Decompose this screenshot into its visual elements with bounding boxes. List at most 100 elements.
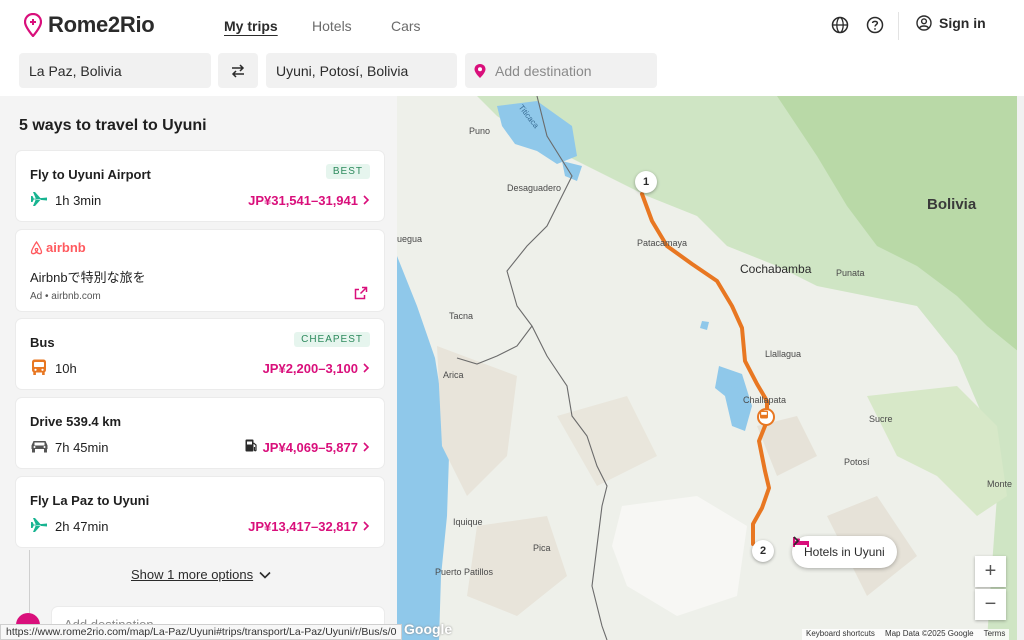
route-card-fly-la-paz[interactable]: Fly La Paz to Uyuni 2h 47min JP¥13,417–3… — [16, 477, 384, 547]
airbnb-ad-card[interactable]: airbnb Airbnbで特別な旅を Ad • airbnb.com — [16, 230, 384, 311]
page-scrollbar[interactable] — [1017, 96, 1024, 640]
swap-icon — [231, 63, 245, 78]
best-badge: BEST — [325, 164, 370, 179]
add-destination-placeholder: Add destination — [495, 62, 592, 79]
airbnb-icon — [30, 240, 43, 254]
swap-button[interactable] — [218, 53, 258, 88]
rome2rio-logo-icon — [24, 13, 42, 37]
chevron-right-icon — [793, 536, 800, 546]
route-duration: 10h — [55, 361, 77, 376]
bus-stop-marker[interactable] — [757, 408, 775, 426]
route-price: JP¥2,200–3,100 — [262, 361, 358, 376]
nav-cars[interactable]: Cars — [391, 18, 421, 34]
label-potosi: Potosí — [844, 457, 870, 467]
show-more-options-link[interactable]: Show 1 more options — [131, 567, 271, 582]
header-divider — [898, 12, 899, 40]
bus-marker-icon — [760, 410, 768, 419]
route-card-drive[interactable]: Drive 539.4 km 7h 45min JP¥4,069–5,877 — [16, 398, 384, 468]
help-icon[interactable] — [865, 15, 885, 35]
label-puerto-patillos: Puerto Patillos — [435, 567, 494, 577]
label-punata: Punata — [836, 268, 865, 278]
label-challapata: Challapata — [743, 395, 787, 405]
label-pica: Pica — [533, 543, 551, 553]
user-icon — [916, 15, 932, 31]
nav-my-trips[interactable]: My trips — [224, 18, 278, 34]
desert-2 — [557, 396, 657, 486]
pacific-ocean — [397, 256, 449, 640]
keyboard-shortcuts-link[interactable]: Keyboard shortcuts — [806, 629, 875, 640]
label-iquique: Iquique — [453, 517, 483, 527]
fuel-icon — [245, 439, 257, 452]
label-monte: Monte — [987, 479, 1013, 489]
label-bolivia: Bolivia — [927, 196, 977, 213]
label-llallagua: Llallagua — [765, 349, 802, 359]
label-patacamaya: Patacamaya — [637, 238, 688, 248]
airbnb-logo: airbnb — [30, 240, 86, 255]
destination-input[interactable]: Uyuni, Potosí, Bolivia — [266, 53, 457, 88]
header: Rome2Rio My trips Hotels Cars Sign in — [0, 0, 1024, 52]
label-desaguadero: Desaguadero — [507, 183, 562, 193]
chevron-right-icon — [363, 442, 370, 452]
chevron-right-icon — [363, 521, 370, 531]
map-canvas — [397, 96, 1024, 640]
desert-1 — [437, 346, 517, 496]
route-price: JP¥31,541–31,941 — [248, 193, 358, 208]
map[interactable]: Titicaca Puno Desaguadero uegua Patacama… — [397, 96, 1024, 640]
label-puno: Puno — [469, 126, 491, 136]
lake-small — [700, 321, 709, 330]
route-duration: 1h 3min — [55, 193, 102, 208]
route-price: JP¥13,417–32,817 — [248, 519, 358, 534]
map-data-attribution: Map Data ©2025 Google — [884, 629, 974, 638]
cheapest-badge: CHEAPEST — [294, 332, 370, 347]
route-title: Bus — [30, 335, 55, 350]
bus-icon — [32, 359, 46, 375]
add-destination-input[interactable]: Add destination — [465, 53, 657, 88]
car-icon — [31, 441, 48, 453]
show-more-label: Show 1 more options — [131, 567, 254, 582]
label-arica: Arica — [443, 370, 464, 380]
map-footer: Keyboard shortcuts Map Data ©2025 Google… — [802, 629, 1010, 640]
lake-uru — [727, 386, 739, 398]
ad-source: Ad • airbnb.com — [30, 291, 101, 302]
results-panel: 5 ways to travel to Uyuni Fly to Uyuni A… — [0, 96, 397, 640]
logo-text: Rome2Rio — [48, 12, 155, 37]
route-card-fly-airport[interactable]: Fly to Uyuni Airport BEST 1h 3min JP¥31,… — [16, 151, 384, 221]
route-title: Fly to Uyuni Airport — [30, 167, 151, 182]
route-duration: 7h 45min — [55, 440, 109, 455]
route-start-marker[interactable]: 1 — [635, 171, 657, 193]
route-title: Drive 539.4 km — [30, 414, 122, 429]
results-title: 5 ways to travel to Uyuni — [19, 117, 207, 134]
plane-icon — [31, 518, 47, 532]
google-logo: Google — [404, 621, 453, 637]
label-tacna: Tacna — [449, 311, 474, 321]
label-uegua: uegua — [397, 234, 423, 244]
hotels-chip-label: Hotels in Uyuni — [804, 545, 885, 559]
ad-text: Airbnbで特別な旅を — [30, 270, 146, 285]
chevron-right-icon — [363, 363, 370, 373]
chevron-down-icon — [259, 571, 271, 579]
origin-input[interactable]: La Paz, Bolivia — [19, 53, 211, 88]
route-duration: 2h 47min — [55, 519, 109, 534]
globe-icon[interactable] — [830, 15, 850, 35]
airbnb-brand: airbnb — [46, 240, 86, 255]
label-cochabamba: Cochabamba — [740, 262, 812, 276]
destination-value: Uyuni, Potosí, Bolivia — [276, 62, 409, 79]
external-link-icon — [354, 286, 368, 300]
route-card-bus[interactable]: Bus CHEAPEST 10h JP¥2,200–3,100 — [16, 319, 384, 389]
sign-in-label: Sign in — [939, 15, 986, 31]
location-pin-icon — [474, 63, 486, 78]
origin-value: La Paz, Bolivia — [29, 62, 122, 79]
zoom-out-button[interactable]: − — [975, 589, 1006, 620]
terms-link[interactable]: Terms — [984, 629, 1006, 640]
nav-hotels[interactable]: Hotels — [312, 18, 352, 34]
desert-4 — [467, 516, 567, 616]
salar — [612, 496, 747, 616]
hotels-in-uyuni-button[interactable]: Hotels in Uyuni — [792, 536, 897, 568]
sign-in-button[interactable]: Sign in — [916, 15, 986, 31]
route-end-marker[interactable]: 2 — [752, 540, 774, 562]
logo[interactable]: Rome2Rio — [24, 12, 155, 38]
zoom-in-button[interactable]: + — [975, 556, 1006, 587]
route-price: JP¥4,069–5,877 — [262, 440, 358, 455]
label-sucre: Sucre — [869, 414, 893, 424]
route-title: Fly La Paz to Uyuni — [30, 493, 150, 508]
